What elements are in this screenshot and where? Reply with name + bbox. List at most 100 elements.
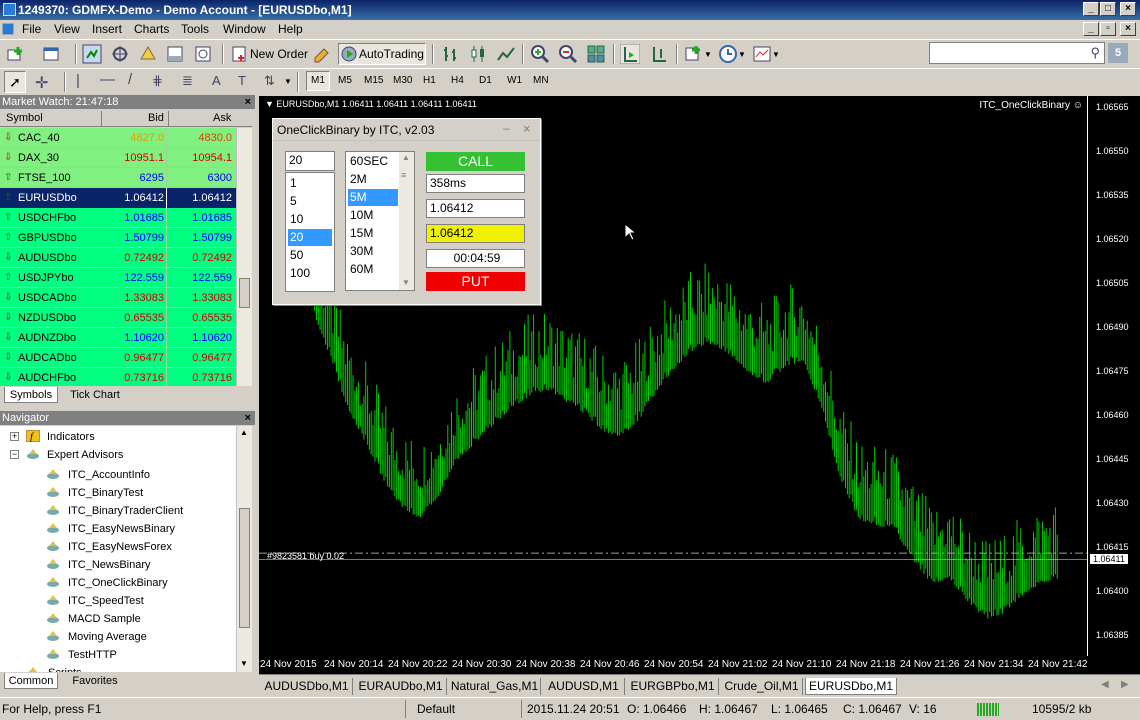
new-order-button[interactable]: New Order: [230, 44, 308, 66]
expiry-option[interactable]: 15M: [348, 225, 398, 242]
connection-status-icon[interactable]: [977, 703, 999, 716]
expiry-option[interactable]: 5M: [348, 189, 398, 206]
nav-item[interactable]: ITC_SpeedTest: [68, 592, 144, 610]
timeframe-h4[interactable]: H4: [451, 75, 464, 86]
chart-tab[interactable]: AUDUSD,M1: [543, 678, 625, 695]
tab-favorites[interactable]: Favorites: [62, 673, 128, 689]
equidistant-channel-icon[interactable]: ⋕: [152, 73, 163, 89]
menu-window[interactable]: Window: [223, 22, 266, 36]
chart-tab[interactable]: Crude_Oil,M1: [721, 678, 803, 695]
tabs-scroll-left-icon[interactable]: ◀: [1101, 679, 1109, 690]
market-watch-row[interactable]: ⇧ USDCHFbo 1.01685 1.01685: [0, 208, 236, 228]
strategy-tester-icon[interactable]: [193, 44, 213, 64]
close-icon[interactable]: ×: [1120, 2, 1136, 16]
nav-item[interactable]: ITC_BinaryTest: [68, 484, 143, 502]
new-chart-icon[interactable]: [6, 44, 26, 64]
templates-icon[interactable]: [752, 44, 772, 64]
collapse-icon[interactable]: −: [10, 450, 19, 459]
bar-chart-icon[interactable]: [440, 44, 460, 64]
auto-scroll-icon[interactable]: [620, 44, 640, 64]
status-profile[interactable]: Default: [417, 702, 455, 716]
nav-item[interactable]: Scripts: [48, 664, 82, 672]
arrows-icon[interactable]: ⇅: [264, 73, 275, 89]
nav-item[interactable]: ITC_OneClickBinary: [68, 574, 168, 592]
nav-item[interactable]: ITC_NewsBinary: [68, 556, 151, 574]
scrollbar-grip-icon[interactable]: ≡: [401, 170, 406, 180]
market-watch-row[interactable]: ⇧ FTSE_100 6295 6300: [0, 168, 236, 188]
market-watch-row[interactable]: ⇩ NZDUSDbo 0.65535 0.65535: [0, 308, 236, 328]
nav-item[interactable]: ITC_AccountInfo: [68, 466, 150, 484]
scrollbar-thumb[interactable]: [239, 278, 250, 308]
timeframe-h1[interactable]: H1: [423, 75, 436, 86]
scroll-down-icon[interactable]: ▼: [240, 659, 248, 668]
scroll-down-icon[interactable]: ▼: [402, 278, 410, 287]
amount-option[interactable]: 10: [288, 211, 332, 228]
chart-tab[interactable]: AUDUSDbo,M1: [261, 678, 353, 695]
chart-shift-icon[interactable]: [649, 44, 669, 64]
market-watch-row[interactable]: ⇧ USDJPYbo 122.559 122.559: [0, 268, 236, 288]
expiry-option[interactable]: 60SEC: [348, 153, 398, 170]
timeframe-m1[interactable]: M1: [306, 71, 330, 91]
market-watch-row[interactable]: ⇩ CAC_40 4827.0 4830.0: [0, 128, 236, 148]
market-watch-row[interactable]: ⇩ USDCADbo 1.33083 1.33083: [0, 288, 236, 308]
market-watch-row[interactable]: ⇩ AUDCHFbo 0.73716 0.73716: [0, 368, 236, 386]
nav-item[interactable]: ITC_BinaryTraderClient: [68, 502, 183, 520]
close-icon[interactable]: ×: [245, 411, 251, 425]
amount-option[interactable]: 1: [288, 175, 332, 192]
amount-option[interactable]: 20: [288, 229, 332, 246]
expiry-option[interactable]: 30M: [348, 243, 398, 260]
menu-help[interactable]: Help: [278, 22, 303, 36]
timeframe-d1[interactable]: D1: [479, 75, 492, 86]
close-icon[interactable]: ×: [523, 121, 531, 136]
timeframe-w1[interactable]: W1: [507, 75, 522, 86]
tabs-scroll-right-icon[interactable]: ▶: [1121, 679, 1129, 690]
expiry-option[interactable]: 10M: [348, 207, 398, 224]
tab-symbols[interactable]: Symbols: [4, 387, 58, 403]
put-button[interactable]: PUT: [426, 272, 525, 291]
column-header-bid[interactable]: Bid: [148, 112, 164, 124]
scroll-up-icon[interactable]: ▲: [240, 428, 248, 437]
nav-item[interactable]: ITC_EasyNewsBinary: [68, 520, 175, 538]
market-watch-icon[interactable]: [82, 44, 102, 64]
close-icon[interactable]: ×: [245, 95, 251, 109]
menu-view[interactable]: View: [54, 22, 80, 36]
menu-charts[interactable]: Charts: [134, 22, 169, 36]
mail-badge[interactable]: 5: [1108, 43, 1128, 63]
zoom-out-icon[interactable]: [558, 44, 578, 64]
amount-input[interactable]: 20: [285, 151, 335, 171]
line-chart-icon[interactable]: [496, 44, 516, 64]
minimize-icon[interactable]: _: [1083, 2, 1099, 16]
nav-item[interactable]: TestHTTP: [68, 646, 117, 664]
expiry-option[interactable]: 2M: [348, 171, 398, 188]
minimize-icon[interactable]: –: [503, 121, 510, 135]
periods-clock-icon[interactable]: [718, 44, 738, 64]
profiles-icon[interactable]: [42, 44, 62, 64]
data-window-icon[interactable]: [110, 44, 130, 64]
market-watch-row[interactable]: ⇩ AUDCADbo 0.96477 0.96477: [0, 348, 236, 368]
expand-icon[interactable]: +: [10, 432, 19, 441]
navigator-scrollbar[interactable]: ▲ ▼: [236, 426, 252, 672]
expiry-option[interactable]: 60M: [348, 261, 398, 278]
nav-item[interactable]: Moving Average: [68, 628, 147, 646]
text-label-t-icon[interactable]: T: [238, 73, 246, 88]
trendline-icon[interactable]: /: [128, 71, 132, 88]
autotrading-button[interactable]: AutoTrading: [338, 43, 426, 65]
expiry-scrollbar[interactable]: ▲ ≡ ▼: [399, 152, 414, 290]
crosshair-icon[interactable]: ✛: [35, 73, 48, 93]
amount-list[interactable]: 1 5 10 20 50 100: [285, 172, 335, 292]
fibonacci-icon[interactable]: ≣: [182, 73, 193, 89]
chevron-down-icon[interactable]: ▼: [704, 50, 712, 59]
child-minimize-icon[interactable]: _: [1083, 22, 1099, 36]
oneclickbinary-panel[interactable]: OneClickBinary by ITC, v2.03 – × 20 1 5 10…: [272, 118, 541, 305]
nav-item-indicators[interactable]: Indicators: [47, 428, 95, 446]
chart-tab[interactable]: EURGBPbo,M1: [627, 678, 719, 695]
search-input[interactable]: ⚲: [929, 42, 1105, 64]
market-watch-row[interactable]: ⇧ EURUSDbo 1.06412 1.06412: [0, 188, 236, 208]
maximize-icon[interactable]: □: [1100, 2, 1116, 16]
candlestick-icon[interactable]: [468, 44, 488, 64]
child-close-icon[interactable]: ×: [1120, 22, 1136, 36]
chart-tab[interactable]: Natural_Gas,M1: [449, 678, 541, 695]
tab-tick-chart[interactable]: Tick Chart: [62, 387, 128, 403]
chevron-down-icon[interactable]: ▼: [772, 50, 780, 59]
market-watch-row[interactable]: ⇧ GBPUSDbo 1.50799 1.50799: [0, 228, 236, 248]
